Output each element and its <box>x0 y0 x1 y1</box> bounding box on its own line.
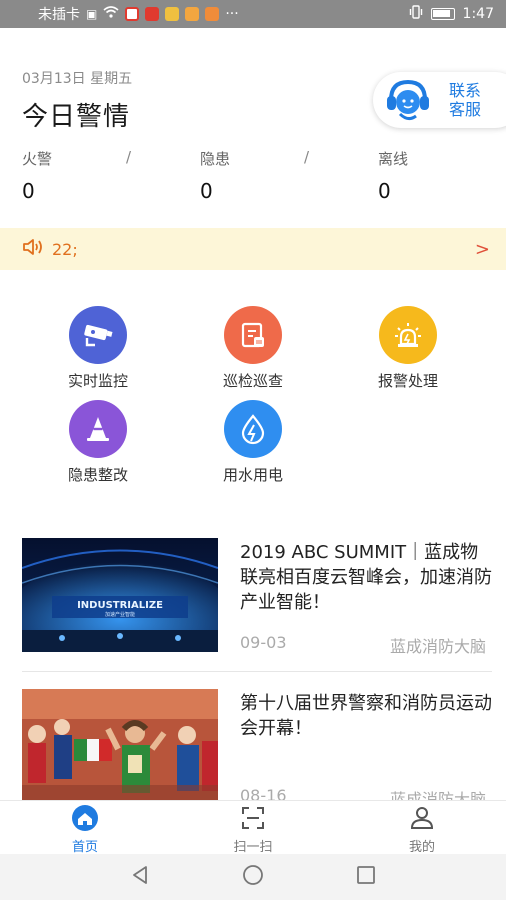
news-divider <box>22 671 492 672</box>
alarm-light-icon <box>379 306 437 364</box>
news-date: 08-16 <box>240 786 287 800</box>
sim-icon: ▣ <box>86 7 98 21</box>
notice-bar[interactable]: 22; > <box>0 228 506 270</box>
news-title: 2019 ABC SUMMIT｜蓝成物联亮相百度云智峰会，加速消防产业智能！ <box>240 542 492 613</box>
thumbnail-banner-text: INDUSTRIALIZE <box>77 600 163 611</box>
chevron-right-icon: > <box>474 238 490 260</box>
tab-label: 扫一扫 <box>233 840 273 855</box>
system-nav-bar <box>0 854 506 900</box>
stat-hazard[interactable]: 隐患 / 0 <box>200 148 350 203</box>
back-icon[interactable] <box>129 864 151 890</box>
notification-app-icon <box>125 7 140 21</box>
recent-apps-icon[interactable] <box>355 864 377 890</box>
stat-value: 0 <box>200 179 213 203</box>
stat-label: 隐患 <box>200 150 231 168</box>
stat-fire[interactable]: 火警 / 0 <box>22 148 172 203</box>
service-label-line2: 客服 <box>449 100 482 119</box>
grid-item-hazard-rectify[interactable]: 隐患整改 <box>38 400 158 485</box>
scan-icon <box>240 807 266 835</box>
date-text: 03月13日 星期五 <box>22 71 133 87</box>
more-notifications-icon: ··· <box>225 6 239 22</box>
stat-label: 离线 <box>378 150 409 168</box>
grid-item-inspection[interactable]: 巡检巡查 <box>193 306 313 391</box>
notification-book-icon <box>145 7 160 21</box>
stat-value: 0 <box>22 179 35 203</box>
user-icon <box>409 807 435 835</box>
traffic-cone-icon <box>69 400 127 458</box>
stat-separator: / <box>304 148 310 166</box>
home-circle-icon[interactable] <box>241 863 265 891</box>
grid-item-alarm[interactable]: 报警处理 <box>348 306 468 391</box>
stat-value: 0 <box>378 179 391 203</box>
tab-scan[interactable]: 扫一扫 <box>203 805 303 855</box>
grid-item-monitor[interactable]: 实时监控 <box>38 306 158 391</box>
contact-service-button[interactable]: 联系 客服 <box>373 72 506 128</box>
page-title: 今日警情 <box>22 102 131 132</box>
news-source: 蓝成消防大脑 <box>389 637 486 656</box>
clock-time: 1:47 <box>462 6 494 22</box>
tab-mine[interactable]: 我的 <box>372 805 472 855</box>
notice-text: 22; <box>52 239 78 259</box>
notification-photo-icon <box>205 7 220 21</box>
wifi-icon <box>103 6 119 22</box>
battery-icon <box>430 8 455 20</box>
stat-separator: / <box>126 148 132 166</box>
camera-icon <box>69 306 127 364</box>
grid-label: 隐患整改 <box>67 466 128 484</box>
tab-label: 首页 <box>71 840 98 855</box>
inspection-icon <box>224 306 282 364</box>
news-title: 第十八届世界警察和消防员运动会开幕！ <box>240 693 492 739</box>
app-content: 03月13日 星期五 今日警情 联系 客服 火警 / 0 隐患 / 0 离线 0… <box>0 28 506 800</box>
news-thumbnail: INDUSTRIALIZE 加速产业智能 <box>22 538 218 652</box>
speaker-icon <box>22 238 44 260</box>
notification-huawei-icon <box>165 7 180 21</box>
stat-label: 火警 <box>22 150 53 168</box>
tab-home[interactable]: 首页 <box>35 805 135 855</box>
stat-offline[interactable]: 离线 0 <box>378 148 506 203</box>
news-date: 09-03 <box>240 633 287 652</box>
notification-mail-icon <box>185 7 200 21</box>
home-icon <box>68 805 102 835</box>
thumbnail-banner-subtext: 加速产业智能 <box>105 611 135 618</box>
grid-label: 报警处理 <box>377 372 438 390</box>
header: 03月13日 星期五 今日警情 联系 客服 火警 / 0 隐患 / 0 离线 0 <box>0 28 506 228</box>
status-bar: 未插卡 ▣ ··· 1:47 <box>0 0 506 28</box>
water-power-icon <box>224 400 282 458</box>
news-item[interactable]: 第十八届世界警察和消防员运动会开幕！ 08-16 蓝成消防大脑 <box>22 689 492 800</box>
grid-label: 用水用电 <box>222 466 283 484</box>
grid-label: 巡检巡查 <box>222 372 283 390</box>
grid-label: 实时监控 <box>67 372 128 390</box>
bottom-tab-bar: 首页 扫一扫 我的 <box>0 800 506 855</box>
tab-label: 我的 <box>408 840 435 855</box>
service-label-line1: 联系 <box>449 81 482 100</box>
news-source: 蓝成消防大脑 <box>389 790 486 800</box>
news-thumbnail <box>22 689 218 800</box>
customer-service-icon <box>383 78 433 122</box>
grid-item-water-power[interactable]: 用水用电 <box>193 400 313 485</box>
vibrate-icon <box>409 5 423 23</box>
carrier-text: 未插卡 <box>38 7 80 23</box>
news-item[interactable]: INDUSTRIALIZE 加速产业智能 2019 ABC SUMMIT｜蓝成物… <box>22 538 492 658</box>
